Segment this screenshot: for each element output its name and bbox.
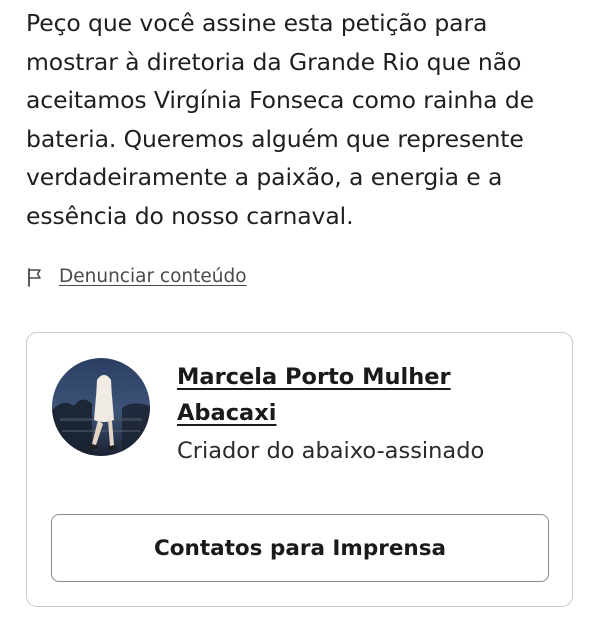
report-content-link[interactable]: Denunciar conteúdo [26, 266, 247, 287]
petition-body-text: Peço que você assine esta petição para m… [26, 9, 534, 230]
flag-icon [26, 267, 44, 287]
creator-card: Marcela Porto Mulher Abacaxi Criador do … [26, 332, 573, 607]
creator-name-link[interactable]: Marcela Porto Mulher Abacaxi [177, 359, 537, 431]
report-content-label[interactable]: Denunciar conteúdo [59, 266, 247, 287]
creator-role: Criador do abaixo-assinado [177, 438, 485, 464]
avatar[interactable] [52, 358, 150, 456]
press-contacts-button[interactable]: Contatos para Imprensa [51, 514, 549, 582]
